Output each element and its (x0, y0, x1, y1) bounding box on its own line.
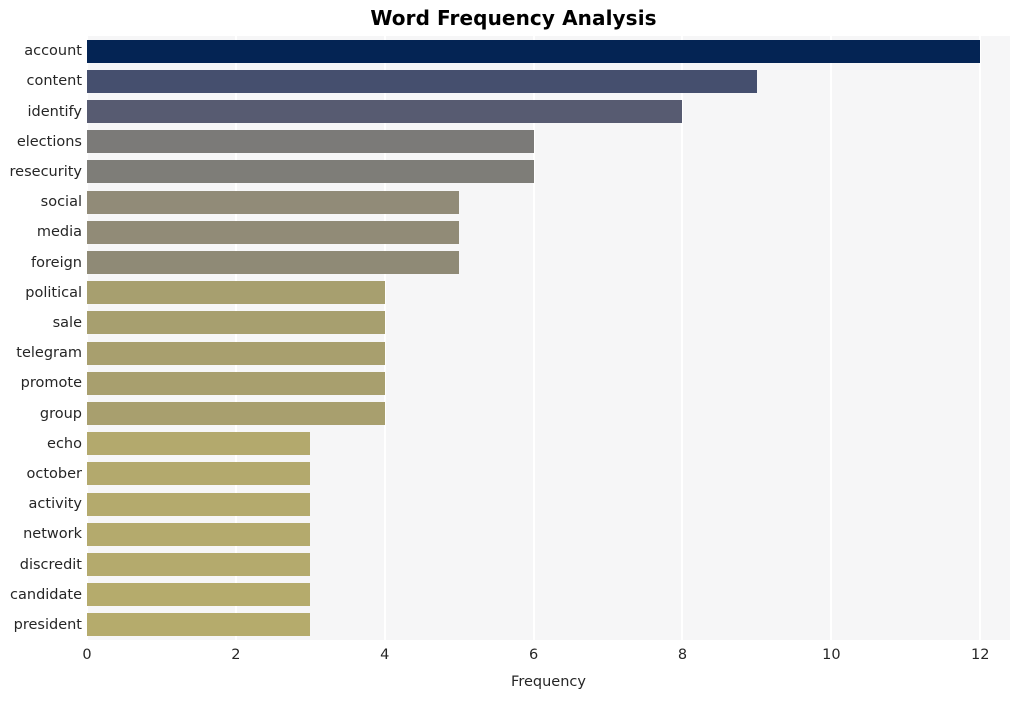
y-tick-label-discredit: discredit (19, 556, 82, 573)
y-tick-label-sale: sale (52, 314, 82, 331)
y-tick-label-october: october (26, 465, 83, 482)
bar-identify (87, 100, 683, 123)
y-tick-label-activity: activity (28, 496, 82, 513)
bar-social (87, 190, 460, 214)
y-tick-label-elections: elections (16, 133, 82, 150)
bar-network (87, 522, 311, 546)
bar-promote (87, 371, 385, 395)
y-tick-label-content: content (26, 73, 82, 90)
y-tick-label-candidate: candidate (10, 586, 82, 603)
x-axis-tick-labels: 0 2 4 6 8 10 12 (82, 640, 1010, 670)
bar-account (87, 39, 981, 63)
y-axis-tick-labels: account content identify elections resecurit… (0, 36, 82, 640)
x-tick-label-10: 10 (822, 647, 841, 663)
y-tick-label-president: president (13, 616, 82, 633)
bar-foreign (87, 251, 460, 274)
y-tick-label-political: political (25, 284, 82, 301)
bar-discredit (87, 553, 311, 576)
word-frequency-chart: Word Frequency Analysis account content id… (0, 0, 1027, 701)
bar-president (87, 613, 311, 637)
x-tick-label-0: 0 (82, 647, 92, 663)
bar-october (87, 462, 311, 486)
y-tick-label-promote: promote (20, 375, 82, 392)
bar-candidate (87, 583, 311, 607)
bar-sale (87, 311, 385, 335)
x-tick-label-8: 8 (677, 647, 688, 663)
bar-telegram (87, 341, 385, 365)
bars-layer (87, 36, 1010, 640)
x-axis-title: Frequency (511, 674, 586, 690)
bar-media (87, 220, 460, 244)
bar-content (87, 69, 757, 93)
bar-resecurity (87, 160, 534, 184)
bar-echo (87, 432, 311, 456)
x-tick-label-4: 4 (380, 647, 390, 663)
y-tick-label-account: account (24, 43, 82, 60)
bar-group (87, 402, 385, 425)
y-tick-label-echo: echo (47, 435, 82, 452)
y-tick-label-network: network (23, 526, 82, 543)
bar-activity (87, 492, 311, 516)
y-tick-label-telegram: telegram (16, 345, 82, 362)
chart-title: Word Frequency Analysis (370, 6, 657, 30)
y-tick-label-foreign: foreign (31, 254, 82, 271)
y-tick-label-media: media (36, 224, 82, 241)
bar-elections (87, 130, 534, 154)
x-tick-label-12: 12 (970, 647, 990, 663)
x-tick-label-2: 2 (231, 647, 241, 663)
bar-political (87, 281, 385, 305)
y-tick-label-social: social (40, 194, 82, 211)
y-tick-label-identify: identify (27, 103, 83, 120)
y-tick-label-group: group (39, 405, 82, 422)
plot-area (86, 36, 1010, 640)
x-tick-label-6: 6 (528, 647, 539, 663)
y-tick-label-resecurity: resecurity (9, 163, 82, 180)
